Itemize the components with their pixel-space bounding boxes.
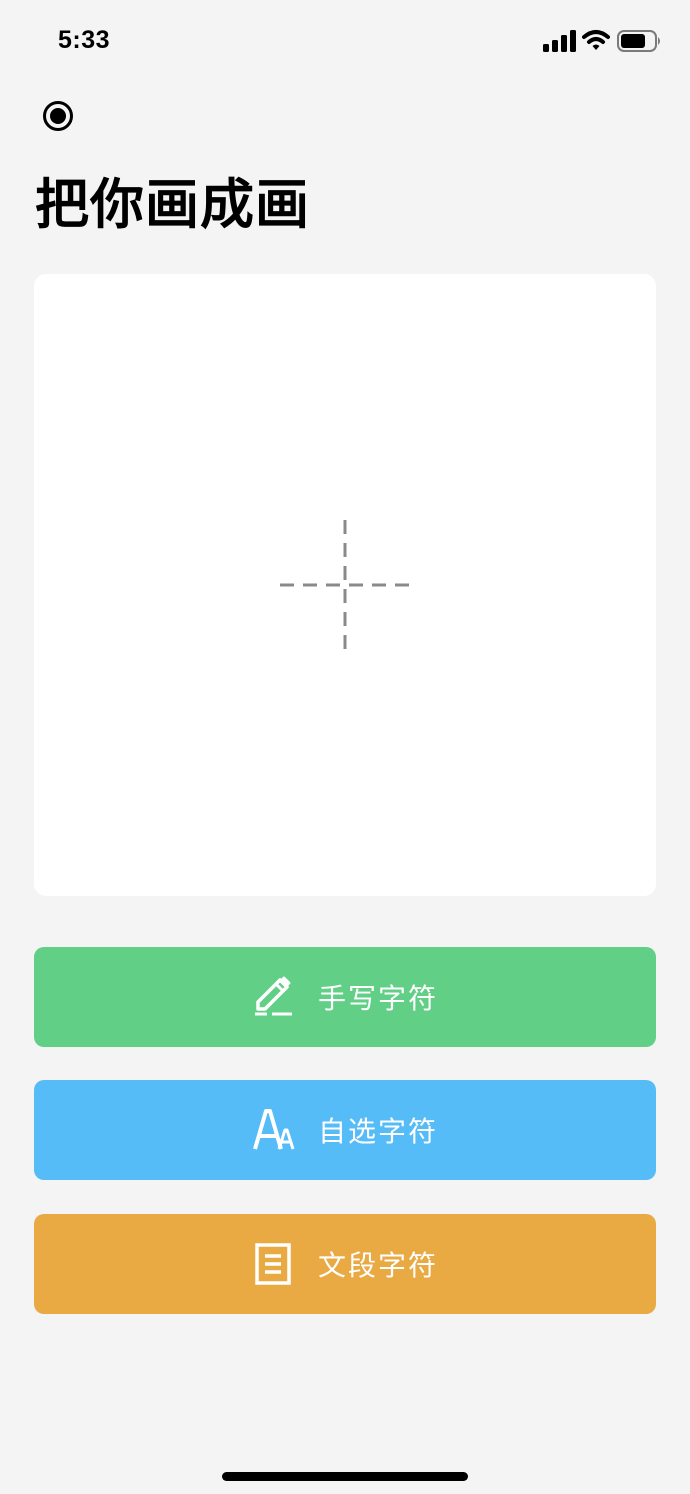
add-icon[interactable] xyxy=(280,520,410,650)
page-title: 把你画成画 xyxy=(35,173,310,236)
battery-icon xyxy=(617,30,660,52)
pencil-icon xyxy=(252,975,296,1019)
handwrite-label: 手写字符 xyxy=(317,982,438,1015)
paragraph-chars-label: 文段字符 xyxy=(317,1249,438,1282)
select-chars-button[interactable]: 自选字符 xyxy=(34,1080,656,1180)
status-time: 5:33 xyxy=(58,26,111,54)
font-icon xyxy=(252,1108,296,1152)
handwrite-button[interactable]: 手写字符 xyxy=(34,947,656,1047)
document-icon xyxy=(252,1242,296,1286)
wifi-icon xyxy=(582,30,610,50)
home-indicator[interactable] xyxy=(222,1472,468,1481)
signal-icon xyxy=(543,30,576,52)
image-canvas[interactable] xyxy=(34,274,656,896)
paragraph-chars-button[interactable]: 文段字符 xyxy=(34,1214,656,1314)
radio-icon[interactable] xyxy=(42,100,74,132)
status-bar: 5:33 xyxy=(0,0,690,84)
select-chars-label: 自选字符 xyxy=(317,1115,438,1148)
